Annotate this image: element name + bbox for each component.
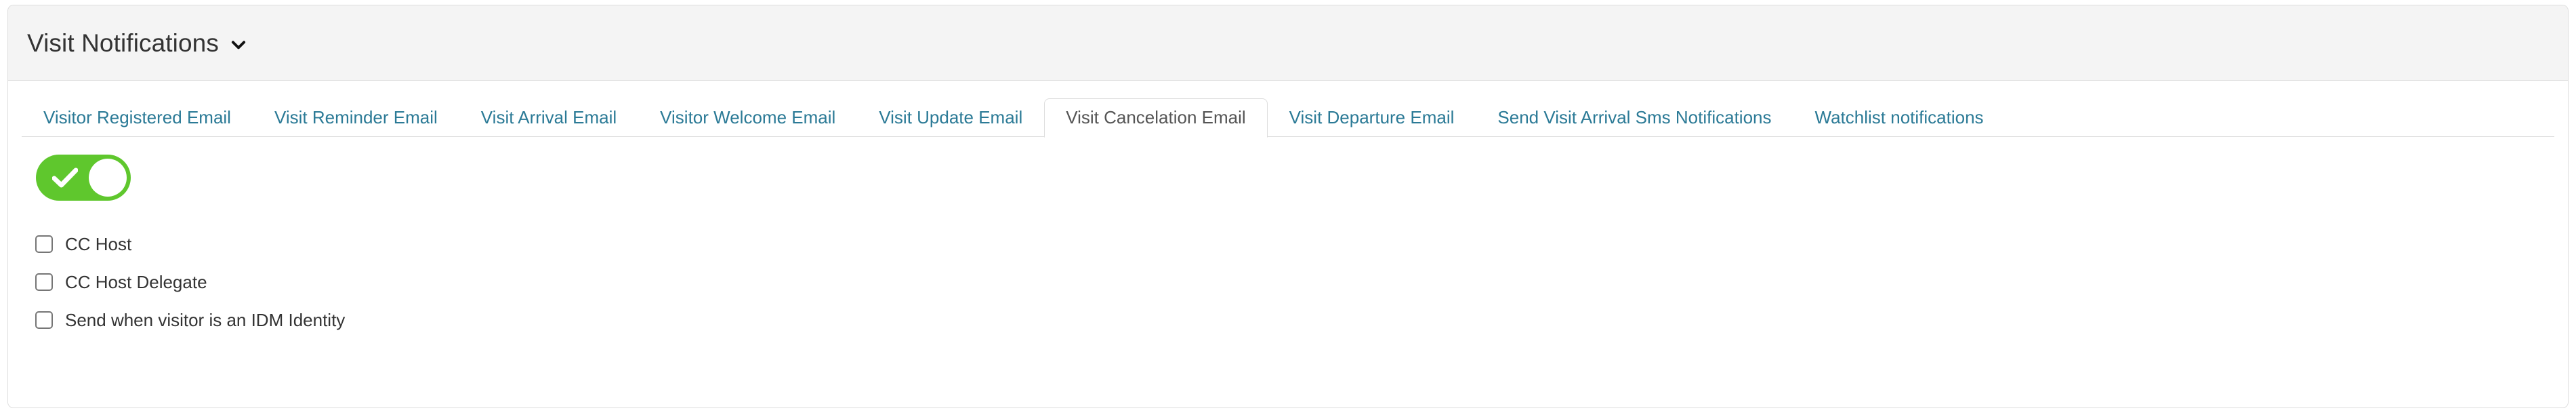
panel-header: Visit Notifications <box>8 5 2568 81</box>
checkbox-cc-host[interactable] <box>35 235 53 253</box>
tab-visit-update-email[interactable]: Visit Update Email <box>857 98 1044 138</box>
tab-visit-reminder-email[interactable]: Visit Reminder Email <box>253 98 459 138</box>
checkbox-label-cc-host-delegate: CC Host Delegate <box>65 272 207 292</box>
checkbox-row-send-when-visitor-is-idm-identity[interactable]: Send when visitor is an IDM Identity <box>35 301 345 339</box>
panel-collapse-toggle[interactable]: Visit Notifications <box>27 31 247 56</box>
toggle-knob <box>89 159 127 197</box>
tab-visitor-registered-email[interactable]: Visitor Registered Email <box>22 98 253 138</box>
checkbox-row-cc-host[interactable]: CC Host <box>35 225 131 263</box>
visit-notifications-panel: Visit Notifications Visitor Registered E… <box>7 5 2569 408</box>
chevron-down-icon[interactable] <box>230 36 247 54</box>
enable-notification-toggle[interactable] <box>36 155 131 201</box>
page-title: Visit Notifications <box>27 28 219 57</box>
tab-visit-cancelation-email[interactable]: Visit Cancelation Email <box>1044 98 1268 138</box>
checkbox-row-cc-host-delegate[interactable]: CC Host Delegate <box>35 263 207 301</box>
tab-list: Visitor Registered Email Visit Reminder … <box>22 98 2554 138</box>
tab-visit-arrival-email[interactable]: Visit Arrival Email <box>459 98 638 138</box>
notification-options-group: CC Host CC Host Delegate Send when visit… <box>22 225 2554 339</box>
checkbox-send-when-visitor-is-idm-identity[interactable] <box>35 311 53 329</box>
tab-visitor-welcome-email[interactable]: Visitor Welcome Email <box>638 98 857 138</box>
panel-body: Visitor Registered Email Visit Reminder … <box>8 81 2568 407</box>
checkbox-label-cc-host: CC Host <box>65 234 132 254</box>
tab-watchlist-notifications[interactable]: Watchlist notifications <box>1793 98 2006 138</box>
tab-panel-visit-cancelation-email: CC Host CC Host Delegate Send when visit… <box>8 137 2568 339</box>
checkbox-cc-host-delegate[interactable] <box>35 273 53 291</box>
check-icon <box>52 167 78 188</box>
tab-send-visit-arrival-sms-notifications[interactable]: Send Visit Arrival Sms Notifications <box>1476 98 1793 138</box>
checkbox-label-send-when-visitor-is-idm-identity: Send when visitor is an IDM Identity <box>65 310 346 330</box>
tab-visit-departure-email[interactable]: Visit Departure Email <box>1268 98 1476 138</box>
notification-tab-strip: Visitor Registered Email Visit Reminder … <box>22 81 2554 138</box>
